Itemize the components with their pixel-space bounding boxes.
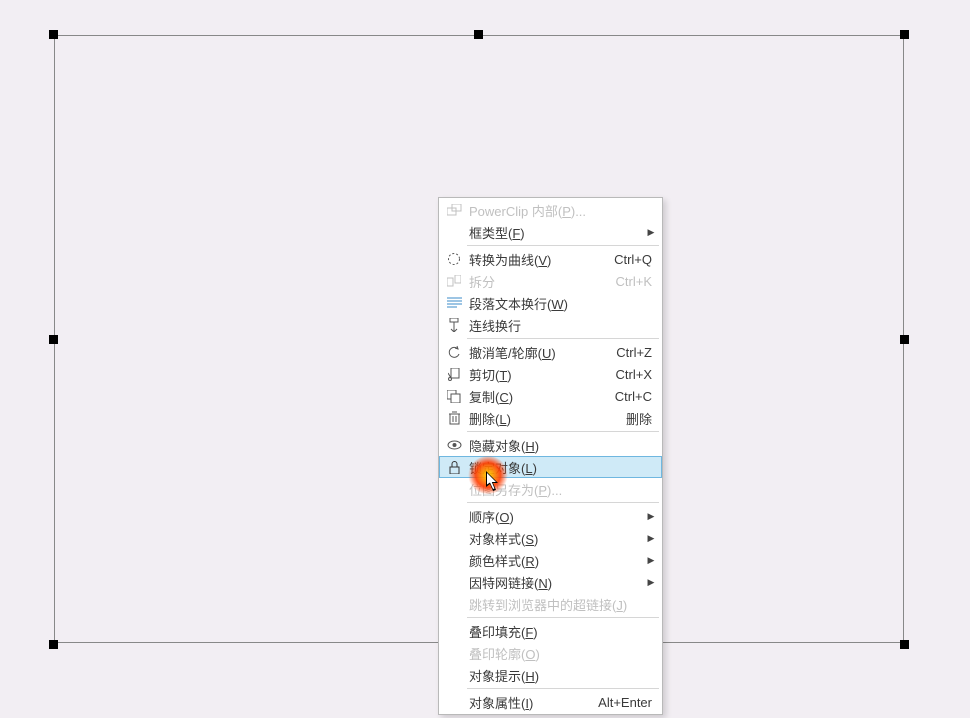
menu-label: 拆分 [465,272,616,291]
menu-label: 顺序(O) [465,507,646,526]
menu-cut[interactable]: 剪切(T) Ctrl+X [439,363,662,385]
submenu-arrow-icon: ▶ [646,555,656,566]
menu-object-properties[interactable]: 对象属性(I) Alt+Enter [439,691,662,713]
handle-bottom-right[interactable] [900,640,909,649]
menu-shortcut: Ctrl+Z [616,345,656,360]
undo-icon [443,345,465,359]
menu-label: 转换为曲线(V) [465,250,614,269]
menu-shortcut: Ctrl+Q [614,252,656,267]
menu-label: 剪切(T) [465,365,616,384]
menu-shortcut: 删除 [626,409,656,428]
menu-shortcut: Alt+Enter [598,695,656,710]
handle-bottom-left[interactable] [49,640,58,649]
eye-icon [443,440,465,450]
menu-shortcut: Ctrl+C [615,389,656,404]
wrap-icon [443,297,465,309]
connector-icon [443,318,465,332]
menu-separator [467,502,659,503]
menu-label: 隐藏对象(H) [465,436,656,455]
menu-label: 锁定对象(L) [465,458,656,477]
curve-icon [443,252,465,266]
handle-top-left[interactable] [49,30,58,39]
trash-icon [443,411,465,425]
context-menu: PowerClip 内部(P)... 框类型(F) ▶ 转换为曲线(V) Ctr… [438,197,663,715]
menu-label: 段落文本换行(W) [465,294,656,313]
menu-undo-outline[interactable]: 撤消笔/轮廓(U) Ctrl+Z [439,341,662,363]
menu-copy[interactable]: 复制(C) Ctrl+C [439,385,662,407]
cut-icon [443,368,465,381]
menu-color-style[interactable]: 颜色样式(R) ▶ [439,549,662,571]
menu-label: 颜色样式(R) [465,551,646,570]
handle-mid-left[interactable] [49,335,58,344]
menu-label: 撤消笔/轮廓(U) [465,343,616,362]
menu-label: 位图另存为(P)... [465,480,656,499]
menu-convert-curves[interactable]: 转换为曲线(V) Ctrl+Q [439,248,662,270]
menu-separator [467,617,659,618]
menu-jump-browser-link: 跳转到浏览器中的超链接(J) [439,593,662,615]
menu-label: 删除(L) [465,409,626,428]
menu-label: 对象提示(H) [465,666,656,685]
menu-shortcut: Ctrl+K [616,274,656,289]
menu-separator [467,338,659,339]
menu-overprint-outline: 叠印轮廓(O) [439,642,662,664]
menu-label: 对象属性(I) [465,693,598,712]
menu-label: 框类型(F) [465,223,646,242]
submenu-arrow-icon: ▶ [646,533,656,544]
split-icon [443,275,465,288]
menu-shortcut: Ctrl+X [616,367,656,382]
submenu-arrow-icon: ▶ [646,577,656,588]
menu-split: 拆分 Ctrl+K [439,270,662,292]
menu-overprint-fill[interactable]: 叠印填充(F) [439,620,662,642]
menu-powerclip: PowerClip 内部(P)... [439,199,662,221]
menu-order[interactable]: 顺序(O) ▶ [439,505,662,527]
menu-label: 因特网链接(N) [465,573,646,592]
menu-object-style[interactable]: 对象样式(S) ▶ [439,527,662,549]
menu-label: 叠印填充(F) [465,622,656,641]
menu-label: 对象样式(S) [465,529,646,548]
menu-object-hint[interactable]: 对象提示(H) [439,664,662,686]
menu-label: 叠印轮廓(O) [465,644,656,663]
menu-label: 跳转到浏览器中的超链接(J) [465,595,656,614]
handle-top-right[interactable] [900,30,909,39]
menu-label: 连线换行 [465,316,656,335]
menu-frame-type[interactable]: 框类型(F) ▶ [439,221,662,243]
menu-hide-object[interactable]: 隐藏对象(H) [439,434,662,456]
menu-lock-object[interactable]: 锁定对象(L) [439,456,662,478]
menu-separator [467,431,659,432]
copy-icon [443,390,465,403]
submenu-arrow-icon: ▶ [646,227,656,238]
submenu-arrow-icon: ▶ [646,511,656,522]
handle-top-mid[interactable] [474,30,483,39]
powerclip-icon [443,204,465,217]
menu-label: 复制(C) [465,387,615,406]
menu-internet-link[interactable]: 因特网链接(N) ▶ [439,571,662,593]
menu-separator [467,688,659,689]
menu-label: PowerClip 内部(P)... [465,201,656,220]
handle-mid-right[interactable] [900,335,909,344]
lock-icon [443,461,465,474]
menu-save-bitmap: 位图另存为(P)... [439,478,662,500]
menu-connector-wrap[interactable]: 连线换行 [439,314,662,336]
menu-delete[interactable]: 删除(L) 删除 [439,407,662,429]
menu-paragraph-wrap[interactable]: 段落文本换行(W) [439,292,662,314]
menu-separator [467,245,659,246]
